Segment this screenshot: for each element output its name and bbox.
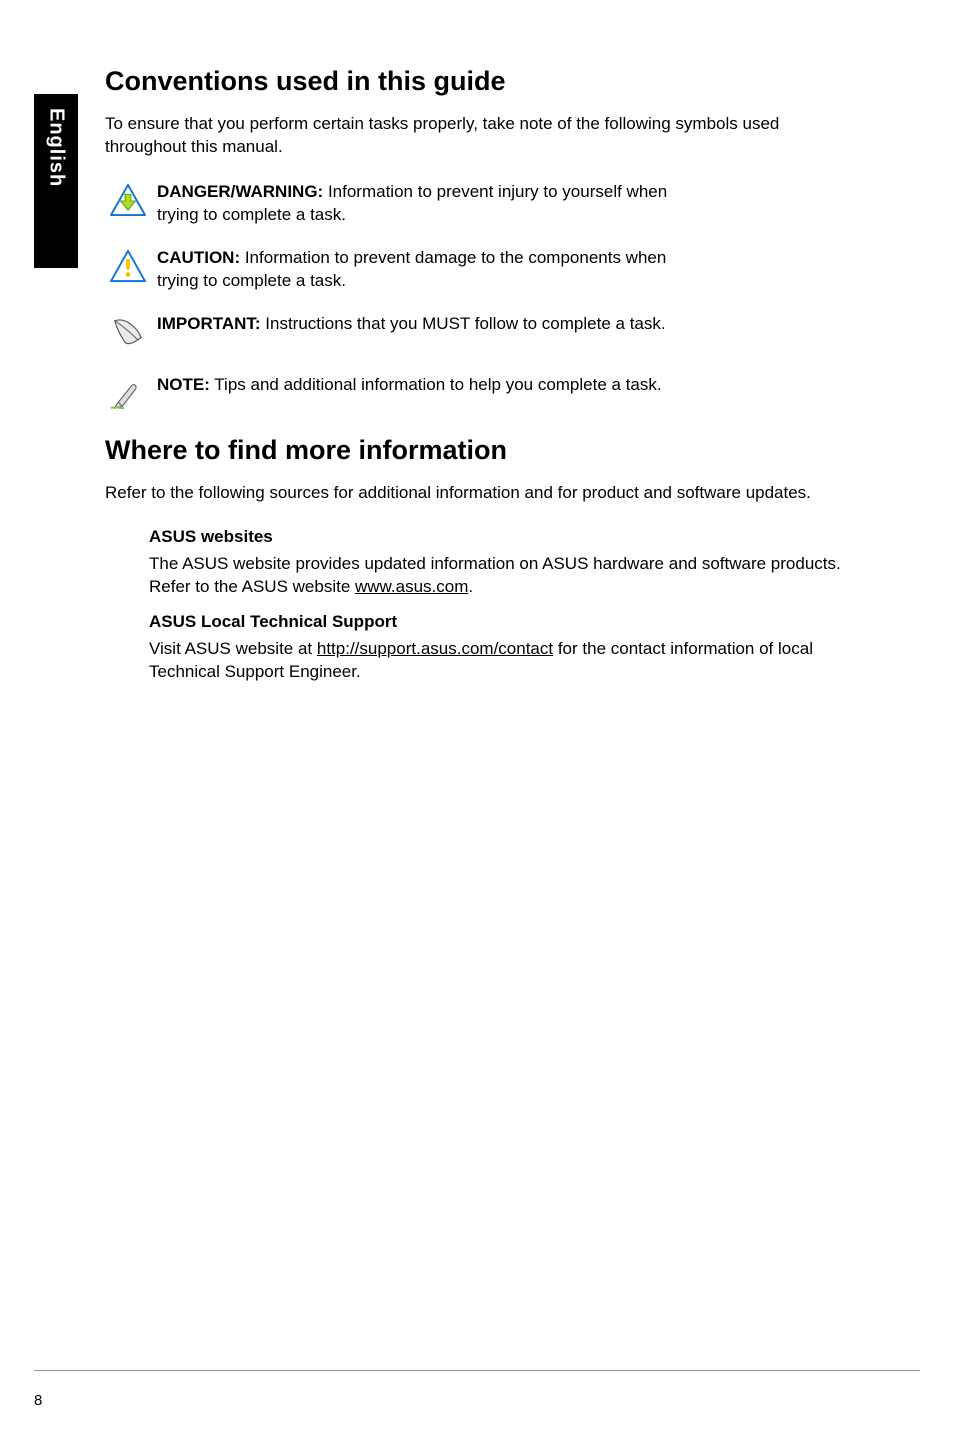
intro-conventions: To ensure that you perform certain tasks…	[105, 113, 864, 159]
caution-icon	[105, 247, 157, 288]
language-label: English	[45, 108, 68, 187]
language-tab: English	[34, 94, 78, 268]
sub1-heading: ASUS websites	[149, 527, 864, 547]
heading-conventions: Conventions used in this guide	[105, 66, 864, 97]
sub-asus-websites: ASUS websites The ASUS website provides …	[105, 527, 864, 685]
footer-rule	[34, 1370, 920, 1371]
sub1-pre: The ASUS website provides updated inform…	[149, 554, 841, 596]
caution-lead: CAUTION:	[157, 248, 240, 267]
note-body: Tips and additional information to help …	[210, 375, 662, 394]
row-note: NOTE: Tips and additional information to…	[105, 374, 864, 415]
intro-where: Refer to the following sources for addit…	[105, 482, 864, 505]
note-text: NOTE: Tips and additional information to…	[157, 374, 864, 397]
heading-where: Where to find more information	[105, 435, 864, 466]
important-text: IMPORTANT: Instructions that you MUST fo…	[157, 313, 864, 336]
sub2-link: http://support.asus.com/contact	[317, 639, 553, 658]
important-icon	[105, 313, 157, 354]
row-caution: CAUTION: Information to prevent damage t…	[105, 247, 864, 293]
page-number: 8	[34, 1392, 42, 1409]
row-danger: DANGER/WARNING: Information to prevent i…	[105, 181, 864, 227]
sub2-pre: Visit ASUS website at	[149, 639, 317, 658]
sub2-body: Visit ASUS website at http://support.asu…	[149, 638, 864, 684]
note-icon	[105, 374, 157, 415]
important-body: Instructions that you MUST follow to com…	[261, 314, 666, 333]
danger-icon	[105, 181, 157, 222]
danger-text: DANGER/WARNING: Information to prevent i…	[157, 181, 864, 227]
sub1-post: .	[468, 577, 473, 596]
danger-lead: DANGER/WARNING:	[157, 182, 328, 201]
sub1-body: The ASUS website provides updated inform…	[149, 553, 864, 599]
sub2-heading: ASUS Local Technical Support	[149, 612, 864, 632]
sub1-link: www.asus.com	[355, 577, 468, 596]
page: English Conventions used in this guide T…	[0, 0, 954, 1438]
row-important: IMPORTANT: Instructions that you MUST fo…	[105, 313, 864, 354]
important-lead: IMPORTANT:	[157, 314, 261, 333]
note-lead: NOTE:	[157, 375, 210, 394]
caution-text: CAUTION: Information to prevent damage t…	[157, 247, 864, 293]
